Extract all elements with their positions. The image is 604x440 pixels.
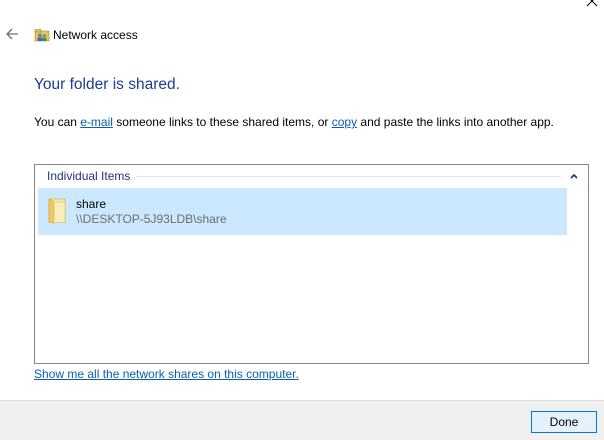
- window-title: Network access: [53, 28, 138, 42]
- folder-icon: [48, 198, 66, 224]
- show-network-shares-link[interactable]: Show me all the network shares on this c…: [34, 366, 299, 382]
- page-heading: Your folder is shared.: [34, 76, 180, 93]
- group-header-individual-items: Individual Items: [47, 169, 131, 183]
- item-path: \\DESKTOP-5J93LDB\share: [76, 212, 227, 226]
- chevron-up-icon: [570, 173, 578, 179]
- share-description: You can e-mail someone links to these sh…: [34, 114, 554, 130]
- back-button[interactable]: [2, 24, 24, 44]
- network-access-dialog: Network access Your folder is shared. Yo…: [0, 0, 604, 440]
- group-divider: [137, 176, 561, 177]
- list-item-share[interactable]: share \\DESKTOP-5J93LDB\share: [38, 188, 567, 235]
- network-share-folder-icon: [34, 29, 50, 42]
- done-button[interactable]: Done: [531, 411, 597, 433]
- email-link[interactable]: e-mail: [80, 115, 113, 129]
- collapse-group-button[interactable]: [567, 169, 581, 183]
- description-prefix: You can: [34, 115, 81, 129]
- shared-items-list[interactable]: Individual Items share \\DESKTOP-5J93LDB…: [34, 164, 589, 364]
- back-arrow-icon: [6, 28, 18, 40]
- copy-link[interactable]: copy: [332, 115, 357, 129]
- close-button[interactable]: [580, 0, 604, 14]
- description-middle: someone links to these shared items, or: [112, 115, 332, 129]
- dialog-footer: Done: [0, 400, 604, 440]
- item-name: share: [76, 197, 107, 211]
- description-suffix: and paste the links into another app.: [357, 115, 554, 129]
- close-icon: [586, 0, 598, 7]
